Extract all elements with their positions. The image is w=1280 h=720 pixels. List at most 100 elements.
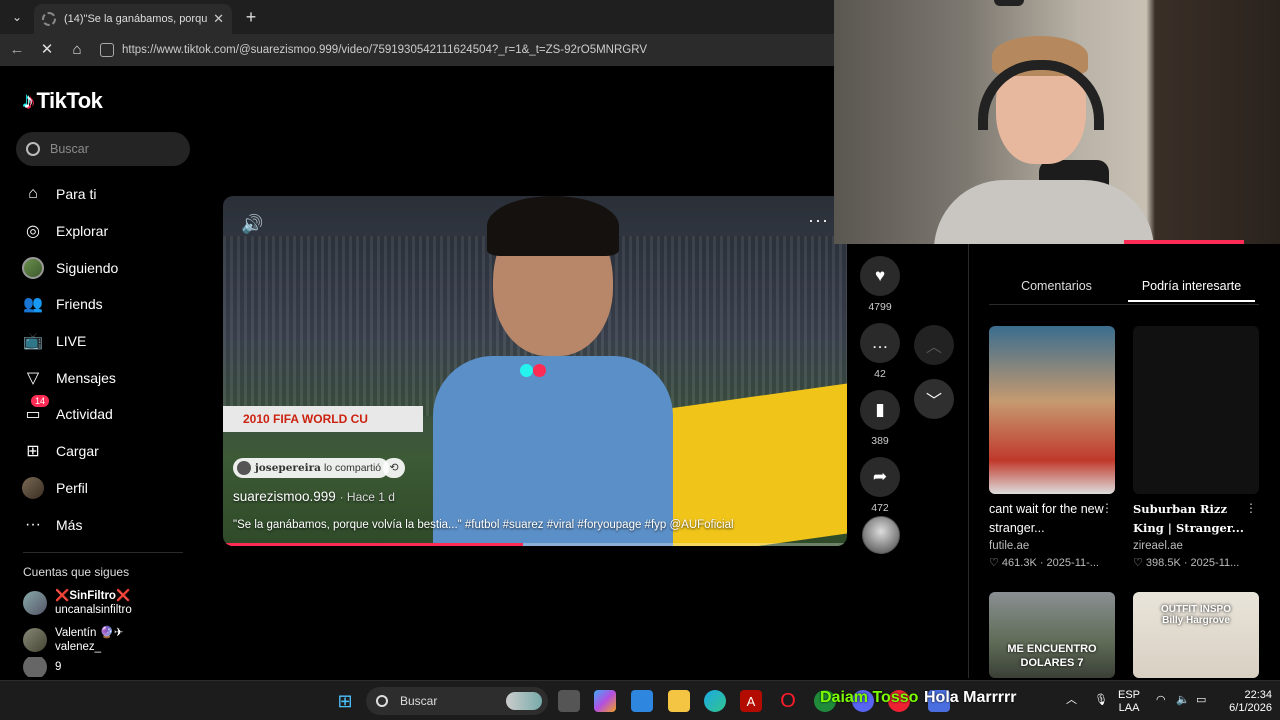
comment-count: 42 xyxy=(874,368,886,380)
card-author[interactable]: zireael.ae xyxy=(1133,540,1259,552)
activity-icon: ▭ 14 xyxy=(22,395,50,425)
windows-start-icon[interactable]: ⊞ xyxy=(334,690,356,712)
stop-loading-icon[interactable]: ✕ xyxy=(36,40,58,60)
overlay-text-hola: Hola Marrrrr xyxy=(924,689,1017,706)
acrobat-icon[interactable]: A xyxy=(740,690,762,712)
nav-item-perfil[interactable]: Perfil xyxy=(22,470,192,507)
more-options-icon[interactable]: ⋮ xyxy=(1245,501,1257,515)
nav-label: LIVE xyxy=(56,333,87,350)
nav-item-actividad[interactable]: ▭ 14 Actividad xyxy=(22,395,192,433)
like-count: 4799 xyxy=(868,301,892,313)
recommended-card[interactable]: cant wait for the new stranger... ⋮ futi… xyxy=(989,326,1115,569)
previous-video-chevron-up-icon[interactable]: ︿ xyxy=(914,325,954,365)
nav-item-mensajes[interactable]: ▽ Mensajes xyxy=(22,359,192,396)
recommended-card[interactable]: Suburban Rizz King | Stranger... ⋮ zirea… xyxy=(1133,326,1259,569)
activity-badge: 14 xyxy=(31,395,50,408)
nav-label: Mensajes xyxy=(56,369,116,386)
tab-comentarios[interactable]: Comentarios xyxy=(989,242,1124,306)
card-thumbnail[interactable] xyxy=(1133,326,1259,494)
video-author[interactable]: suarezismoo.999 xyxy=(233,489,336,504)
following-name: ❌SinFiltro❌ xyxy=(55,590,131,602)
video-player[interactable]: 2010 FIFA WORLD CU 🔊 ··· josepereira lo … xyxy=(223,196,847,546)
tab-title: (14)"Se la ganábamos, porque volv xyxy=(64,13,208,25)
heart-icon[interactable]: ♥ xyxy=(860,256,900,296)
tab-podria-interesarte[interactable]: Podría interesarte xyxy=(1124,242,1259,306)
nav-item-cargar[interactable]: ⊞ Cargar xyxy=(22,433,192,470)
repost-text: lo compartió xyxy=(323,462,382,474)
tiktok-logo[interactable]: ♪ TikTok xyxy=(23,88,103,114)
photos-icon[interactable] xyxy=(631,690,653,712)
back-icon[interactable]: ← xyxy=(6,40,28,60)
repost-label[interactable]: josepereira lo compartió xyxy=(233,458,390,478)
recommended-card[interactable]: OUTFIT INSPO Billy Hargrove xyxy=(1133,592,1259,678)
file-explorer-icon[interactable] xyxy=(668,690,690,712)
tray-chevron-up-icon[interactable]: ︿ xyxy=(1066,694,1077,707)
nav-item-mas[interactable]: ··· Más xyxy=(22,506,192,543)
card-thumbnail[interactable] xyxy=(989,326,1115,494)
copilot-icon[interactable] xyxy=(594,690,616,712)
volume-tray-icon[interactable]: 🔈 xyxy=(1176,694,1190,707)
following-item[interactable]: Valentín 🔮✈ valenez_ xyxy=(23,625,193,655)
search-icon xyxy=(376,695,388,707)
nav-label: Actividad xyxy=(56,406,113,423)
search-highlight-icon xyxy=(506,692,542,710)
new-tab-button[interactable]: + xyxy=(240,6,262,28)
nav-item-friends[interactable]: 👥 Friends xyxy=(22,286,192,323)
nav-label: Siguiendo xyxy=(56,259,119,276)
clock-time: 22:34 xyxy=(1244,689,1272,701)
video-description: "Se la ganábamos, porque volvía la besti… xyxy=(233,519,734,531)
taskbar-search[interactable]: Buscar xyxy=(366,687,548,715)
like-action[interactable]: ♥ 4799 xyxy=(857,256,903,313)
search-input[interactable]: Buscar xyxy=(16,132,190,166)
fifa-banner: 2010 FIFA WORLD CU xyxy=(223,406,423,432)
browser-tab[interactable]: (14)"Se la ganábamos, porque volv ✕ xyxy=(34,4,232,34)
site-info-icon[interactable] xyxy=(100,43,114,57)
share-icon[interactable]: ➦ xyxy=(860,457,900,497)
video-frame-player xyxy=(433,196,673,546)
following-name: Valentín 🔮✈ xyxy=(55,627,124,639)
nav-label: Explorar xyxy=(56,223,109,240)
battery-icon[interactable]: ▭ xyxy=(1196,694,1206,707)
card-author[interactable]: futile.ae xyxy=(989,540,1115,552)
share-count: 472 xyxy=(871,502,889,514)
wifi-icon[interactable]: ◠ xyxy=(1156,694,1166,707)
microphone-icon[interactable]: 🎙 xyxy=(1094,694,1108,707)
tiktok-note-icon: ♪ xyxy=(23,88,34,113)
language-indicator[interactable]: ESP LAA xyxy=(1118,689,1140,715)
following-item[interactable]: ❌SinFiltro❌ uncanalsinfiltro xyxy=(23,588,193,618)
avatar xyxy=(237,461,251,475)
card-title[interactable]: Suburban Rizz King | Stranger... xyxy=(1133,500,1259,538)
recommended-card[interactable]: ME ENCUENTRO DOLARES 7 xyxy=(989,592,1115,678)
repost-icon[interactable]: ⟲ xyxy=(383,458,405,478)
creator-avatar[interactable] xyxy=(862,516,900,554)
nav-item-explorar[interactable]: ◎ Explorar xyxy=(22,213,192,250)
more-options-icon[interactable]: ··· xyxy=(808,210,829,231)
task-view-icon[interactable] xyxy=(558,690,580,712)
overlay-text-daiam: Daiam Tosso xyxy=(820,689,919,706)
card-thumbnail[interactable]: OUTFIT INSPO Billy Hargrove xyxy=(1133,592,1259,678)
bookmark-icon[interactable]: ▮ xyxy=(860,390,900,430)
tab-list-chevron-icon[interactable]: ⌄ xyxy=(6,7,28,27)
opera-icon[interactable]: O xyxy=(777,690,799,712)
nav-item-live[interactable]: 📺 LIVE xyxy=(22,323,192,360)
video-progress-bar[interactable] xyxy=(223,543,847,546)
following-handle: valenez_ xyxy=(55,641,102,653)
comment-icon[interactable]: … xyxy=(860,323,900,363)
comment-action[interactable]: … 42 xyxy=(857,323,903,380)
save-action[interactable]: ▮ 389 xyxy=(857,390,903,447)
nav-item-siguiendo[interactable]: Siguiendo xyxy=(22,249,192,286)
volume-icon[interactable]: 🔊 xyxy=(241,214,263,235)
next-video-chevron-down-icon[interactable]: ﹀ xyxy=(914,379,954,419)
more-options-icon[interactable]: ⋮ xyxy=(1101,501,1113,515)
close-tab-icon[interactable]: ✕ xyxy=(213,11,224,27)
following-item[interactable]: 9 xyxy=(23,657,193,677)
edge-icon[interactable] xyxy=(704,690,726,712)
card-stats: ♡ 398.5K · 2025-11... xyxy=(1133,557,1240,569)
share-action[interactable]: ➦ 472 xyxy=(857,457,903,514)
home-browser-icon[interactable]: ⌂ xyxy=(66,40,88,60)
card-title[interactable]: cant wait for the new stranger... xyxy=(989,500,1115,538)
card-thumbnail[interactable]: ME ENCUENTRO DOLARES 7 xyxy=(989,592,1115,678)
clock[interactable]: 22:34 6/1/2026 xyxy=(1226,689,1272,715)
url-field[interactable]: https://www.tiktok.com/@suarezismoo.999/… xyxy=(96,39,836,61)
nav-item-para-ti[interactable]: ⌂ Para ti xyxy=(22,176,192,213)
